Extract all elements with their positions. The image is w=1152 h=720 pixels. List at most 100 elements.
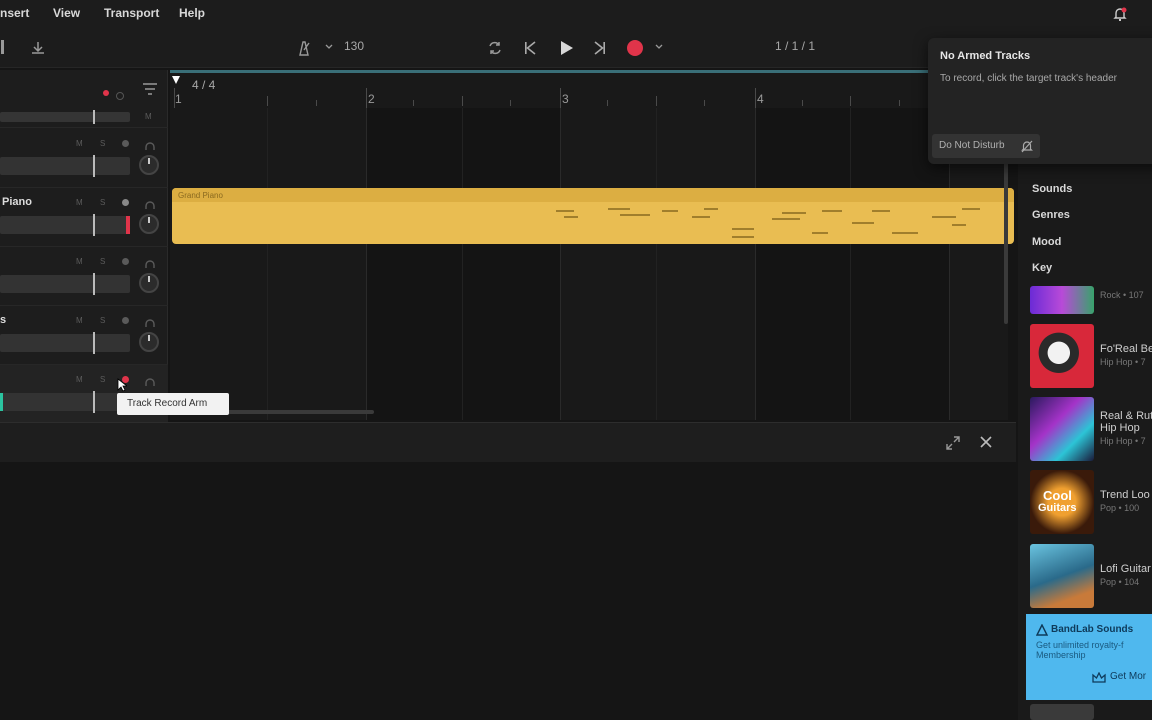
track-header-2[interactable]: Piano M S — [0, 188, 168, 247]
record-icon[interactable] — [624, 37, 646, 59]
record-arm-button[interactable] — [122, 140, 129, 147]
record-arm-button[interactable] — [122, 317, 129, 324]
midi-note — [692, 216, 710, 218]
notification-bell-icon[interactable] — [1110, 4, 1130, 24]
headphones-icon[interactable] — [144, 138, 156, 156]
grid-line — [366, 108, 367, 420]
pan-knob[interactable] — [139, 214, 159, 234]
pan-knob[interactable] — [139, 332, 159, 352]
pack-thumbnail[interactable] — [1030, 704, 1094, 720]
midi-note — [564, 216, 578, 218]
metronome-chevron-down-icon[interactable] — [322, 40, 336, 54]
volume-fader[interactable] — [0, 273, 130, 295]
mute-button[interactable]: M — [76, 139, 83, 148]
armed-indicator-icon — [103, 90, 109, 96]
solo-button[interactable]: S — [100, 139, 105, 148]
pack-title[interactable]: Fo'Real Be — [1100, 343, 1152, 355]
track-filter-icon[interactable] — [142, 82, 158, 101]
ruler-tick — [656, 96, 657, 106]
mute-button[interactable]: M — [76, 375, 83, 384]
pack-thumbnail[interactable] — [1030, 286, 1094, 314]
track-record-arm-tooltip: Track Record Arm — [117, 393, 229, 415]
grid-line — [560, 108, 561, 420]
midi-clip[interactable]: Grand Piano — [172, 188, 1014, 244]
pack-title[interactable]: Lofi Guitar — [1100, 563, 1151, 575]
solo-button[interactable]: S — [100, 198, 105, 207]
close-icon[interactable] — [979, 435, 993, 454]
track-name[interactable]: Piano — [2, 196, 32, 208]
volume-fader[interactable] — [0, 332, 130, 354]
menu-insert[interactable]: nsert — [0, 6, 29, 20]
bottom-panel-header — [0, 422, 1016, 462]
get-more-button[interactable]: Get Mor — [1110, 671, 1146, 682]
record-options-chevron-down-icon[interactable] — [652, 40, 666, 54]
ruler-tick — [755, 88, 756, 108]
headphones-icon[interactable] — [144, 374, 156, 392]
play-icon[interactable] — [554, 36, 578, 60]
bandlab-sounds-promo[interactable]: BandLab Sounds Get unlimited royalty-f M… — [1026, 614, 1152, 700]
menu-help[interactable]: Help — [179, 6, 205, 20]
pack-thumbnail[interactable] — [1030, 544, 1094, 608]
bpm-value[interactable]: 130 — [344, 39, 364, 53]
pack-title[interactable]: Trend Loo — [1100, 489, 1150, 501]
pack-subtitle: Pop • 100 — [1100, 503, 1140, 513]
filter-genres[interactable]: Genres — [1032, 209, 1070, 221]
arrangement-timeline[interactable]: 4 / 4 1 2 3 4 Grand Piano — [170, 70, 1014, 420]
pack-thumbnail[interactable] — [1030, 324, 1094, 388]
headphones-icon[interactable] — [144, 315, 156, 333]
filter-mood[interactable]: Mood — [1032, 236, 1061, 248]
do-not-disturb-button[interactable]: Do Not Disturb — [932, 134, 1040, 158]
pack-thumbnail[interactable] — [1030, 397, 1094, 461]
headphones-icon[interactable] — [144, 256, 156, 274]
ruler-bar-3: 3 — [562, 92, 569, 106]
mute-button[interactable]: M — [76, 257, 83, 266]
pan-knob[interactable] — [139, 273, 159, 293]
clip-header[interactable] — [172, 188, 1014, 202]
solo-button[interactable]: S — [100, 257, 105, 266]
pan-knob[interactable] — [139, 155, 159, 175]
menu-bar: nsert View Transport Help — [0, 0, 1152, 28]
loop-icon[interactable] — [484, 37, 506, 59]
bandlab-logo-icon — [1035, 623, 1049, 641]
ruler-tick — [267, 96, 268, 106]
skip-back-icon[interactable] — [519, 37, 541, 59]
pack-title[interactable]: Real & Rut — [1100, 410, 1152, 422]
track-name[interactable]: s — [0, 314, 6, 326]
metronome-icon[interactable] — [293, 37, 315, 59]
track-header-1[interactable]: M S — [0, 129, 168, 188]
level-meter — [126, 216, 130, 234]
record-arm-button[interactable] — [122, 258, 129, 265]
skip-forward-icon[interactable] — [589, 37, 611, 59]
time-signature[interactable]: 4 / 4 — [192, 78, 215, 92]
edit-icon[interactable] — [0, 40, 10, 54]
volume-fader[interactable] — [0, 214, 130, 236]
record-arm-button[interactable] — [122, 199, 129, 206]
solo-button[interactable]: S — [100, 375, 105, 384]
pack-subtitle: Pop • 104 — [1100, 577, 1140, 587]
menu-view[interactable]: View — [53, 6, 80, 20]
playhead-marker-icon[interactable] — [171, 73, 181, 91]
master-track-header: M — [0, 70, 168, 128]
track-header-3[interactable]: M S — [0, 247, 168, 306]
master-mute-button[interactable]: M — [145, 112, 152, 121]
headphones-icon[interactable] — [144, 197, 156, 215]
filter-sounds[interactable]: Sounds — [1032, 183, 1072, 195]
track-header-4[interactable]: s M S — [0, 306, 168, 365]
midi-note — [952, 224, 966, 226]
midi-note — [620, 214, 650, 216]
grid-line — [656, 108, 657, 420]
playhead-position: 1 / 1 / 1 — [775, 39, 816, 53]
pack-thumbnail[interactable]: Cool Guitars — [1030, 470, 1094, 534]
mute-button[interactable]: M — [76, 198, 83, 207]
volume-fader[interactable] — [0, 155, 130, 177]
filter-key[interactable]: Key — [1032, 262, 1052, 274]
menu-transport[interactable]: Transport — [104, 6, 159, 20]
expand-icon[interactable] — [945, 435, 961, 456]
volume-fader[interactable] — [0, 391, 130, 413]
download-icon[interactable] — [28, 38, 48, 58]
mute-button[interactable]: M — [76, 316, 83, 325]
solo-button[interactable]: S — [100, 316, 105, 325]
master-volume-fader[interactable] — [0, 110, 130, 124]
midi-note — [704, 208, 718, 210]
loop-region-bar[interactable] — [170, 70, 1008, 73]
